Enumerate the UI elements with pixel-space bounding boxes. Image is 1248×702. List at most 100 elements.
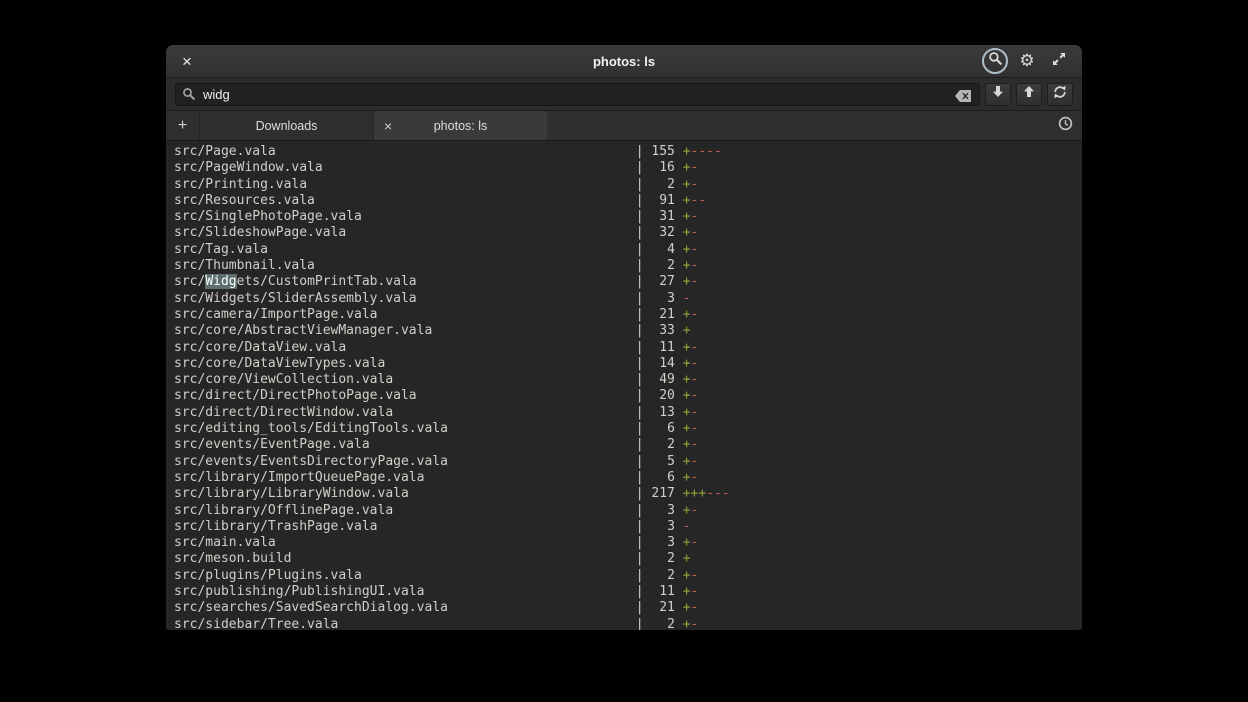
search-icon xyxy=(988,51,1003,71)
change-count: 4 xyxy=(644,242,675,258)
terminal-line: src/PageWindow.vala|16+- xyxy=(174,160,1082,176)
additions-bar: + xyxy=(683,340,691,355)
deletions-bar: ---- xyxy=(691,144,722,159)
stat-separator: | xyxy=(636,225,644,240)
change-count: 2 xyxy=(644,437,675,453)
stat-separator: | xyxy=(636,356,644,371)
change-count: 2 xyxy=(644,177,675,193)
headerbar-actions: ⚙ xyxy=(982,48,1072,74)
change-count: 21 xyxy=(644,600,675,616)
additions-bar: + xyxy=(683,535,691,550)
settings-button[interactable]: ⚙ xyxy=(1014,48,1040,74)
tab-downloads[interactable]: Downloads xyxy=(199,111,373,140)
arrow-up-icon xyxy=(1023,85,1035,103)
change-count: 2 xyxy=(644,551,675,567)
find-previous-button[interactable] xyxy=(1016,83,1042,106)
stat-separator: | xyxy=(636,177,644,192)
stat-separator: | xyxy=(636,372,644,387)
terminal-line: src/Printing.vala|2+- xyxy=(174,177,1082,193)
change-count: 155 xyxy=(644,144,675,160)
additions-bar: + xyxy=(683,405,691,420)
terminal-line: src/meson.build|2+ xyxy=(174,551,1082,567)
stat-separator: | xyxy=(636,600,644,615)
file-name: src/core/DataView.vala xyxy=(174,340,636,356)
change-count: 2 xyxy=(644,568,675,584)
additions-bar: + xyxy=(683,307,691,322)
change-count: 13 xyxy=(644,405,675,421)
file-name: src/SinglePhotoPage.vala xyxy=(174,209,636,225)
terminal-line: src/library/OfflinePage.vala|3+- xyxy=(174,503,1082,519)
additions-bar: + xyxy=(683,584,691,599)
file-name: src/Tag.vala xyxy=(174,242,636,258)
find-bar xyxy=(166,78,1082,111)
search-input[interactable] xyxy=(175,83,980,106)
deletions-bar: - xyxy=(691,307,699,322)
additions-bar: + xyxy=(683,421,691,436)
additions-bar: + xyxy=(683,258,691,273)
change-count: 11 xyxy=(644,340,675,356)
terminal-line: src/library/ImportQueuePage.vala|6+- xyxy=(174,470,1082,486)
terminal-line: src/events/EventPage.vala|2+- xyxy=(174,437,1082,453)
deletions-bar: - xyxy=(691,242,699,257)
change-count: 91 xyxy=(644,193,675,209)
fullscreen-button[interactable] xyxy=(1046,48,1072,74)
deletions-bar: - xyxy=(691,600,699,615)
terminal-line: src/direct/DirectPhotoPage.vala|20+- xyxy=(174,388,1082,404)
new-tab-button[interactable]: + xyxy=(166,111,199,140)
deletions-bar: - xyxy=(691,372,699,387)
change-count: 16 xyxy=(644,160,675,176)
additions-bar: + xyxy=(683,454,691,469)
tab-photos-ls[interactable]: × photos: ls xyxy=(373,111,547,140)
change-count: 5 xyxy=(644,454,675,470)
file-name: src/direct/DirectWindow.vala xyxy=(174,405,636,421)
deletions-bar: - xyxy=(691,421,699,436)
deletions-bar: - xyxy=(691,405,699,420)
search-button[interactable] xyxy=(982,48,1008,74)
arrow-down-icon xyxy=(992,85,1004,103)
change-count: 27 xyxy=(644,274,675,290)
clear-backspace-icon[interactable] xyxy=(955,89,972,107)
terminal-line: src/direct/DirectWindow.vala|13 +- xyxy=(174,405,1082,421)
tab-close-button[interactable]: × xyxy=(384,111,392,140)
deletions-bar: - xyxy=(691,584,699,599)
header-bar[interactable]: × photos: ls ⚙ xyxy=(166,45,1082,78)
additions-bar: + xyxy=(683,193,691,208)
terminal-line: src/core/DataView.vala|11+- xyxy=(174,340,1082,356)
stat-separator: | xyxy=(636,307,644,322)
deletions-bar: - xyxy=(691,568,699,583)
stat-separator: | xyxy=(636,405,644,420)
file-name: src/SlideshowPage.vala xyxy=(174,225,636,241)
terminal-line: src/events/EventsDirectoryPage.vala|5+- xyxy=(174,454,1082,470)
window-close-button[interactable]: × xyxy=(176,50,198,72)
deletions-bar: - xyxy=(691,177,699,192)
file-name: src/events/EventsDirectoryPage.vala xyxy=(174,454,636,470)
file-name: src/editing_tools/EditingTools.vala xyxy=(174,421,636,437)
terminal-line: src/SlideshowPage.vala|32+- xyxy=(174,225,1082,241)
deletions-bar: - xyxy=(691,617,699,630)
restore-closed-tabs-button[interactable] xyxy=(1048,111,1082,140)
find-next-button[interactable] xyxy=(985,83,1011,106)
file-name: src/core/AbstractViewManager.vala xyxy=(174,323,636,339)
stat-separator: | xyxy=(636,388,644,403)
additions-bar: + xyxy=(683,437,691,452)
stat-separator: | xyxy=(636,144,644,159)
stat-separator: | xyxy=(636,340,644,355)
additions-bar: + xyxy=(683,470,691,485)
cyclic-search-button[interactable] xyxy=(1047,83,1073,106)
deletions-bar: - xyxy=(691,535,699,550)
file-name: src/main.vala xyxy=(174,535,636,551)
file-name: src/library/OfflinePage.vala xyxy=(174,503,636,519)
stat-separator: | xyxy=(636,274,644,289)
additions-bar: + xyxy=(683,372,691,387)
window-title: photos: ls xyxy=(166,54,1082,69)
file-name: src/library/ImportQueuePage.vala xyxy=(174,470,636,486)
change-count: 31 xyxy=(644,209,675,225)
stat-separator: | xyxy=(636,437,644,452)
additions-bar: + xyxy=(683,600,691,615)
additions-bar: + xyxy=(683,177,691,192)
additions-bar: + xyxy=(683,388,691,403)
terminal-line: src/Widgets/SliderAssembly.vala|3- xyxy=(174,291,1082,307)
stat-separator: | xyxy=(636,470,644,485)
terminal-output[interactable]: src/Page.vala|155+----src/PageWindow.val… xyxy=(166,141,1082,630)
file-name: src/plugins/Plugins.vala xyxy=(174,568,636,584)
